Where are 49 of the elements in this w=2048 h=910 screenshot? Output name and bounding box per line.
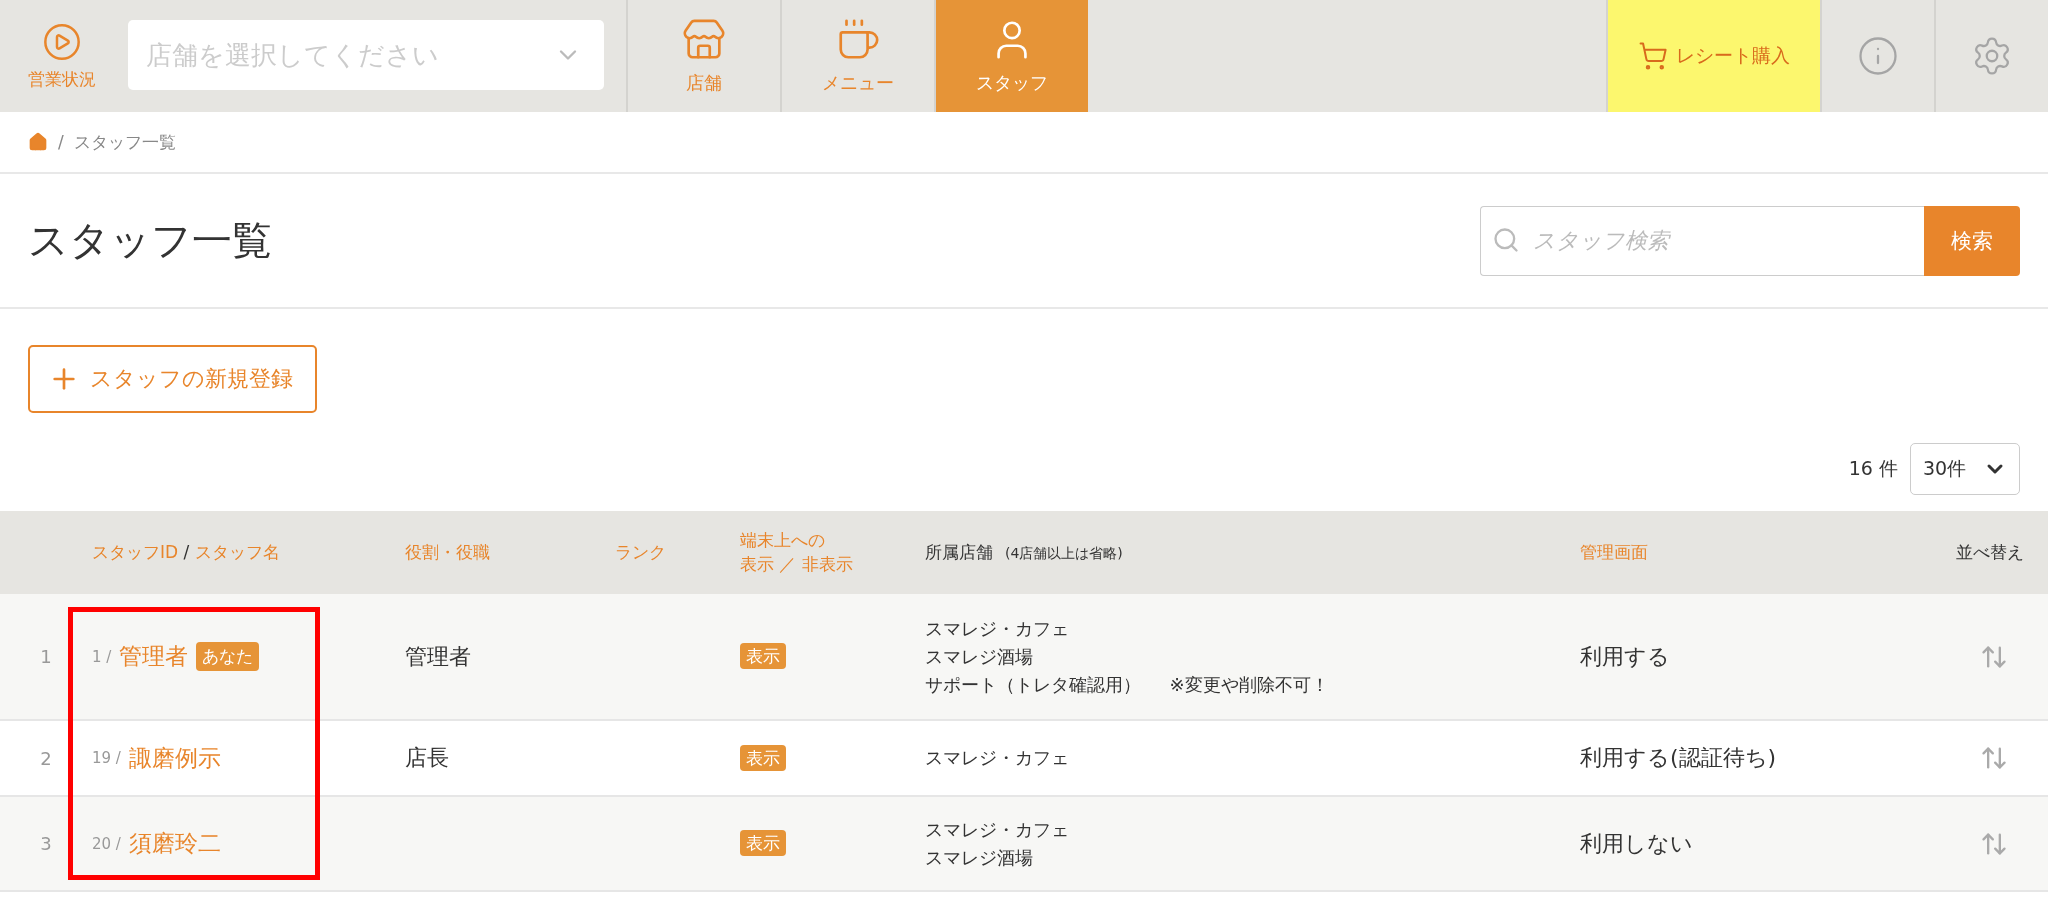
store-name: スマレジ酒場: [925, 644, 1034, 669]
store-name: スマレジ・カフェ: [925, 616, 1070, 641]
store-name: スマレジ・カフェ: [925, 746, 1070, 770]
play-icon: [42, 21, 82, 62]
store-name: サポート（トレタ確認用） ※変更や削除不可！: [925, 672, 1330, 697]
column-header: 管理画面: [1580, 540, 1649, 564]
home-icon[interactable]: [28, 132, 48, 152]
receipt-purchase-button[interactable]: レシート購入: [1606, 0, 1820, 112]
display-badge: 表示: [740, 643, 786, 669]
store-name: スマレジ酒場: [925, 845, 1034, 870]
admin-status: 利用する(認証待ち): [1580, 744, 1778, 772]
search-field[interactable]: スタッフ検索: [1480, 205, 1924, 276]
display-badge: 表示: [740, 744, 786, 771]
row-number: 1: [40, 646, 52, 667]
page-title: スタッフ一覧: [28, 216, 272, 265]
nav-tab[interactable]: 店舗: [626, 0, 780, 112]
display-badge: 表示: [740, 830, 786, 856]
column-header: 表示 ／ 非表示: [740, 552, 854, 576]
column-header: 並べ替え: [1956, 540, 2025, 564]
role-text: 店長: [405, 744, 450, 772]
admin-status: 利用する: [1580, 642, 1671, 671]
staff-id: 19 /: [92, 749, 121, 767]
store-name: スマレジ・カフェ: [925, 817, 1070, 842]
search-icon: [1492, 225, 1520, 254]
column-header: 所属店舗 (4店舗以上は省略): [925, 540, 1124, 564]
staff-id: 20 /: [92, 834, 121, 853]
admin-status: 利用しない: [1580, 829, 1694, 858]
you-badge: あなた: [196, 642, 260, 671]
row-number: 3: [40, 833, 52, 854]
staff-name-link[interactable]: 諏磨例示: [128, 742, 221, 774]
cart-icon: [1638, 41, 1668, 71]
business-status-button[interactable]: 営業状況: [0, 0, 124, 112]
staff-id: 1 /: [92, 647, 112, 666]
column-header: ランク: [615, 540, 667, 564]
breadcrumb-separator: /: [58, 132, 64, 152]
column-header[interactable]: スタッフID / スタッフ名: [92, 541, 405, 564]
add-staff-button[interactable]: スタッフの新規登録: [28, 345, 317, 413]
row-number: 2: [40, 747, 52, 769]
info-icon: [1857, 35, 1899, 77]
per-page-select[interactable]: 30件: [1910, 443, 2020, 495]
column-header: 役割・役職: [405, 540, 491, 564]
role-text: 管理者: [405, 642, 472, 671]
breadcrumb-current: スタッフ一覧: [73, 130, 176, 154]
nav-tab[interactable]: スタッフ: [934, 0, 1088, 112]
staff-name-link[interactable]: 須磨玲二: [128, 828, 221, 859]
staff-name-link[interactable]: 管理者: [119, 641, 189, 672]
result-count: 16 件: [1848, 456, 1898, 481]
search-button[interactable]: 検索: [1924, 205, 2020, 276]
column-header: 端末上への: [740, 528, 826, 552]
